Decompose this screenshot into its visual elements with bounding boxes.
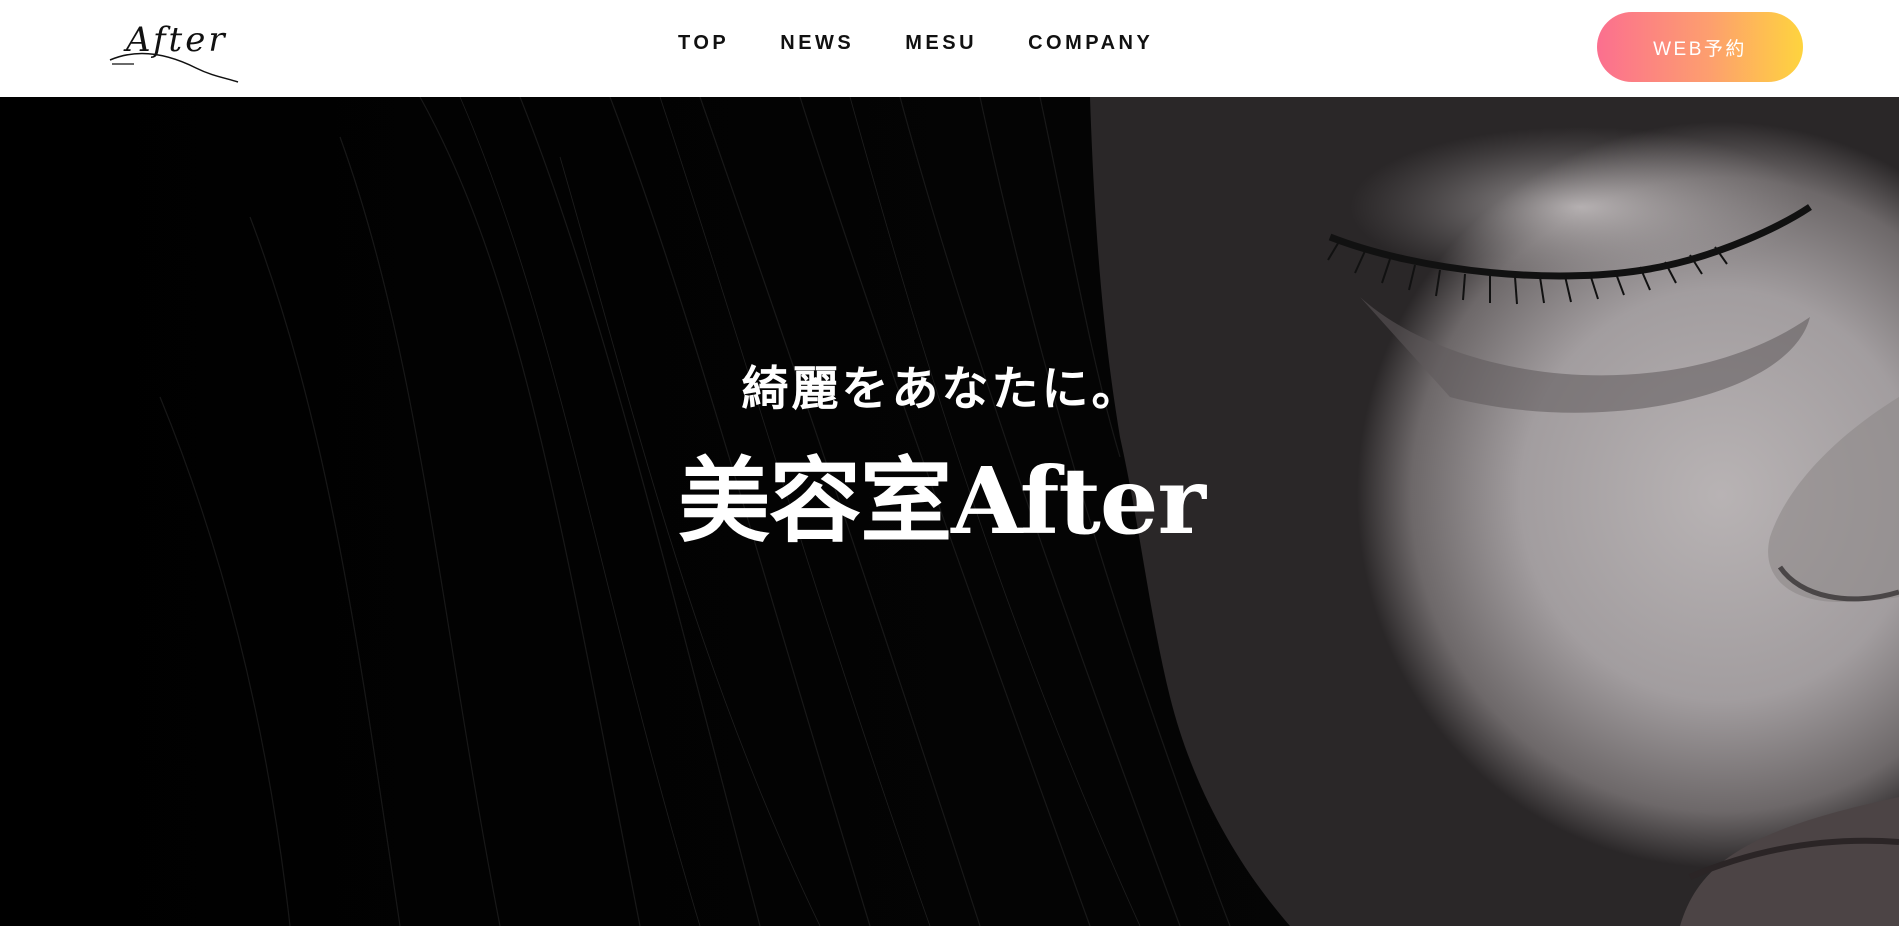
nav-item-mesu[interactable]: MESU [905, 30, 977, 56]
nav-item-news[interactable]: NEWS [780, 30, 854, 56]
hero-tagline: 綺麗をあなたに。 [741, 362, 1142, 417]
logo-text: After [126, 20, 228, 60]
hero-title: 美容室After [678, 447, 1206, 555]
site-header: After TOP NEWS MESU COMPANY WEB予約 [0, 0, 1899, 97]
site-logo[interactable]: After [108, 18, 240, 86]
web-reservation-button[interactable]: WEB予約 [1597, 12, 1803, 82]
hero-section: 綺麗をあなたに。 美容室After [0, 97, 1899, 926]
nav-item-top[interactable]: TOP [678, 30, 729, 56]
main-nav: TOP NEWS MESU COMPANY [678, 30, 1204, 56]
nav-item-company[interactable]: COMPANY [1028, 30, 1153, 56]
